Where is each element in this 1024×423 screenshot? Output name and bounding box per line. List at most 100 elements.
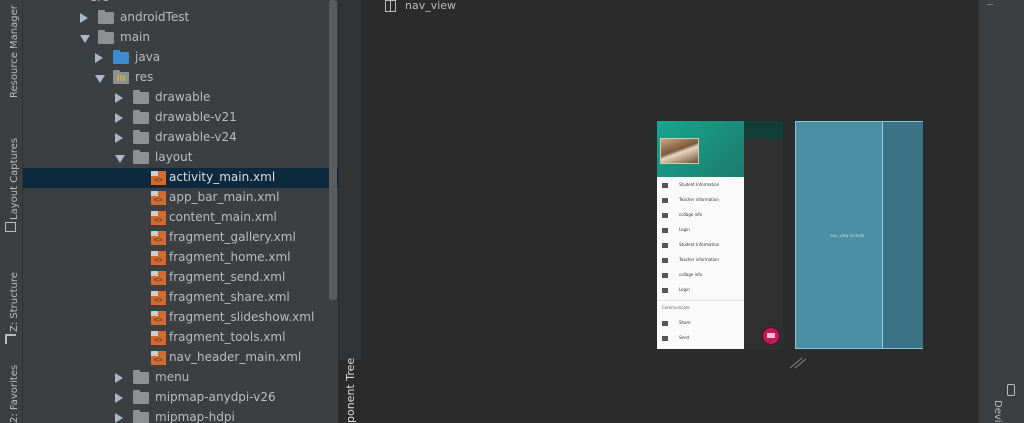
layout-captures-tab[interactable]: Layout Captures [2, 137, 20, 232]
chevron-right-icon[interactable] [80, 13, 88, 23]
tree-item-drawable-v24[interactable]: drawable-v24 [23, 128, 338, 148]
structure-tab[interactable]: Z: Structure [2, 262, 20, 344]
tree-item-label: activity_main.xml [169, 170, 276, 184]
device-file-explorer-label[interactable]: Devi [992, 400, 1003, 423]
tree-item-fragment-slideshow-xml[interactable]: fragment_slideshow.xml [23, 308, 338, 328]
tree-item-nav-header-main-xml[interactable]: nav_header_main.xml [23, 348, 338, 368]
folder-icon [133, 110, 149, 124]
camera-icon [662, 243, 668, 248]
tree-item-drawable-v21[interactable]: drawable-v21 [23, 108, 338, 128]
chevron-right-icon[interactable] [115, 113, 123, 123]
preview-section-label: Share [679, 320, 691, 325]
tree-item-label: drawable-v24 [155, 130, 237, 144]
tree-item-layout[interactable]: layout [23, 148, 338, 168]
tree-item-drawable[interactable]: drawable [23, 88, 338, 108]
tree-item-fragment-home-xml[interactable]: fragment_home.xml [23, 248, 338, 268]
tree-item-menu[interactable]: menu [23, 368, 338, 388]
tree-item-fragment-gallery-xml[interactable]: fragment_gallery.xml [23, 228, 338, 248]
slideshow-icon [662, 213, 668, 218]
tree-item-label: mipmap-anydpi-v26 [155, 390, 276, 404]
folder-icon [133, 90, 149, 104]
xml-file-icon [151, 191, 166, 205]
xml-file-icon [151, 251, 166, 265]
gallery-icon [662, 258, 668, 263]
folder-icon [133, 150, 149, 164]
camera-icon [662, 183, 668, 188]
preview-menu-label: Teacher information [679, 257, 719, 262]
resize-handle-icon[interactable] [789, 355, 809, 369]
folder-icon [133, 370, 149, 384]
favorites-label: 2: Favorites [9, 364, 20, 423]
chevron-right-icon[interactable] [115, 373, 123, 383]
chevron-down-icon[interactable] [95, 75, 105, 83]
tree-item-app-bar-main-xml[interactable]: app_bar_main.xml [23, 188, 338, 208]
tree-item-label: fragment_tools.xml [169, 330, 286, 344]
chevron-right-icon[interactable] [115, 393, 123, 403]
preview-menu-label: Login [679, 227, 690, 232]
tree-item-mipmap-hdpi[interactable]: mipmap-hdpi [23, 408, 338, 423]
tree-item-label: fragment_home.xml [169, 250, 291, 264]
folder-icon [98, 10, 114, 24]
navigation-view-icon [385, 0, 396, 12]
send-icon [662, 336, 668, 341]
preview-fab [762, 327, 780, 345]
xml-file-icon [151, 331, 166, 345]
tree-item-fragment-send-xml[interactable]: fragment_send.xml [23, 268, 338, 288]
tree-item-label: src [91, 0, 109, 4]
slideshow-icon [662, 273, 668, 278]
preview-menu-label: Student Information [679, 242, 720, 247]
component-tree-tab[interactable]: ponent Tree [339, 358, 361, 423]
xml-file-icon [151, 291, 166, 305]
tree-item-label: androidTest [120, 10, 190, 24]
xml-file-icon [151, 231, 166, 245]
gradle-tab-marker[interactable] [987, 0, 993, 5]
chevron-right-icon[interactable] [115, 93, 123, 103]
chevron-right-icon[interactable] [95, 53, 103, 63]
resource-manager-tab[interactable]: Resource Manager [2, 0, 20, 98]
tree-item-content-main-xml[interactable]: content_main.xml [23, 208, 338, 228]
chevron-down-icon[interactable] [80, 35, 90, 43]
component-tree-strip: ponent Tree [339, 0, 361, 423]
wrench-icon [662, 228, 668, 233]
chevron-right-icon[interactable] [115, 413, 123, 423]
tree-item-fragment-tools-xml[interactable]: fragment_tools.xml [23, 328, 338, 348]
tree-item-main[interactable]: main [23, 28, 338, 48]
resource-manager-label: Resource Manager [9, 5, 20, 98]
preview-divider [657, 300, 744, 301]
preview-menu-label: Student Information [679, 182, 720, 187]
right-tool-strip: Devi [978, 0, 1024, 423]
tree-item-java[interactable]: java [23, 48, 338, 68]
tree-item-label: drawable-v21 [155, 110, 237, 124]
preview-menu-label: collage info [679, 272, 703, 277]
xml-file-icon [151, 211, 166, 225]
gallery-icon [662, 198, 668, 203]
tree-item-androidtest[interactable]: androidTest [23, 8, 338, 28]
chevron-down-icon[interactable] [115, 155, 125, 163]
structure-icon [5, 334, 16, 344]
preview-menu-label: Login [679, 287, 690, 292]
xml-file-icon [151, 351, 166, 365]
tree-item-fragment-share-xml[interactable]: fragment_share.xml [23, 288, 338, 308]
tree-item-label: menu [155, 370, 190, 384]
folder-icon [133, 390, 149, 404]
xml-file-icon [151, 271, 166, 285]
tree-item-label: res [135, 70, 154, 84]
layout-captures-icon [5, 222, 16, 232]
tree-item-mipmap-anydpi-v26[interactable]: mipmap-anydpi-v26 [23, 388, 338, 408]
structure-label: Z: Structure [9, 272, 20, 332]
favorites-tab[interactable]: 2: Favorites [2, 360, 20, 423]
project-tree-scrollbar[interactable] [329, 0, 337, 300]
xml-file-icon [151, 171, 166, 185]
chevron-right-icon[interactable] [115, 133, 123, 143]
tree-item-label: nav_header_main.xml [169, 350, 302, 364]
blueprint-label: nav_view include [830, 233, 865, 238]
tree-item-label: fragment_send.xml [169, 270, 286, 284]
tree-item-label: fragment_gallery.xml [169, 230, 296, 244]
tree-item-res[interactable]: res [23, 68, 338, 88]
layout-captures-label: Layout Captures [9, 137, 20, 220]
tree-item-src[interactable]: src [23, 0, 338, 8]
tree-item-label: app_bar_main.xml [169, 190, 280, 204]
tree-item-label: layout [155, 150, 193, 164]
tree-item-activity-main-xml[interactable]: activity_main.xml [23, 168, 338, 188]
preview-app-bar [744, 121, 783, 139]
